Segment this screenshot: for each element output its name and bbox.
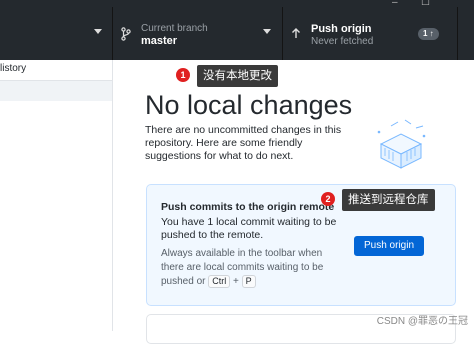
- kbd-p: P: [241, 275, 256, 288]
- card-title: Push commits to the origin remote: [161, 201, 335, 213]
- current-branch-dropdown[interactable]: Current branch master: [113, 7, 283, 60]
- card-body: You have 1 local commit waiting to be pu…: [161, 216, 337, 241]
- annotation-1-number: 1: [176, 68, 190, 82]
- annotation-1-label: 没有本地更改: [197, 65, 278, 87]
- page-title: No local changes: [145, 90, 353, 120]
- page-description: There are no uncommitted changes in this…: [145, 124, 342, 162]
- branch-label: Current branch: [141, 23, 208, 34]
- window-titlebar: – ☐: [0, 0, 474, 8]
- branch-icon: [121, 27, 131, 41]
- arrow-up-icon: [292, 28, 300, 38]
- chevron-down-icon: [94, 29, 102, 34]
- annotation-2-label: 推送到远程仓库: [342, 189, 435, 211]
- commit-count-badge: 1 ↑: [418, 28, 439, 40]
- branch-name: master: [141, 35, 178, 47]
- chevron-down-icon: [263, 29, 271, 34]
- changes-list-item[interactable]: [0, 81, 112, 101]
- kbd-ctrl: Ctrl: [208, 275, 231, 288]
- tab-history[interactable]: listory: [0, 60, 112, 81]
- push-origin-card-button[interactable]: Push origin: [354, 236, 424, 256]
- annotation-2-number: 2: [321, 192, 335, 206]
- card-hint: Always available in the toolbar when the…: [161, 247, 346, 289]
- empty-state-illustration: [377, 119, 426, 169]
- sidebar: listory: [0, 60, 113, 331]
- kbd-plus: +: [233, 276, 239, 287]
- push-origin-button[interactable]: Push origin Never fetched 1 ↑: [283, 7, 458, 60]
- push-status: Never fetched: [311, 36, 374, 47]
- watermark: CSDN @罪恶の王冠: [376, 316, 468, 327]
- toolbar: Current branch master Push origin Never …: [0, 7, 474, 60]
- push-label: Push origin: [311, 23, 372, 35]
- tab-history-label: listory: [0, 63, 27, 74]
- repository-dropdown[interactable]: [0, 7, 113, 60]
